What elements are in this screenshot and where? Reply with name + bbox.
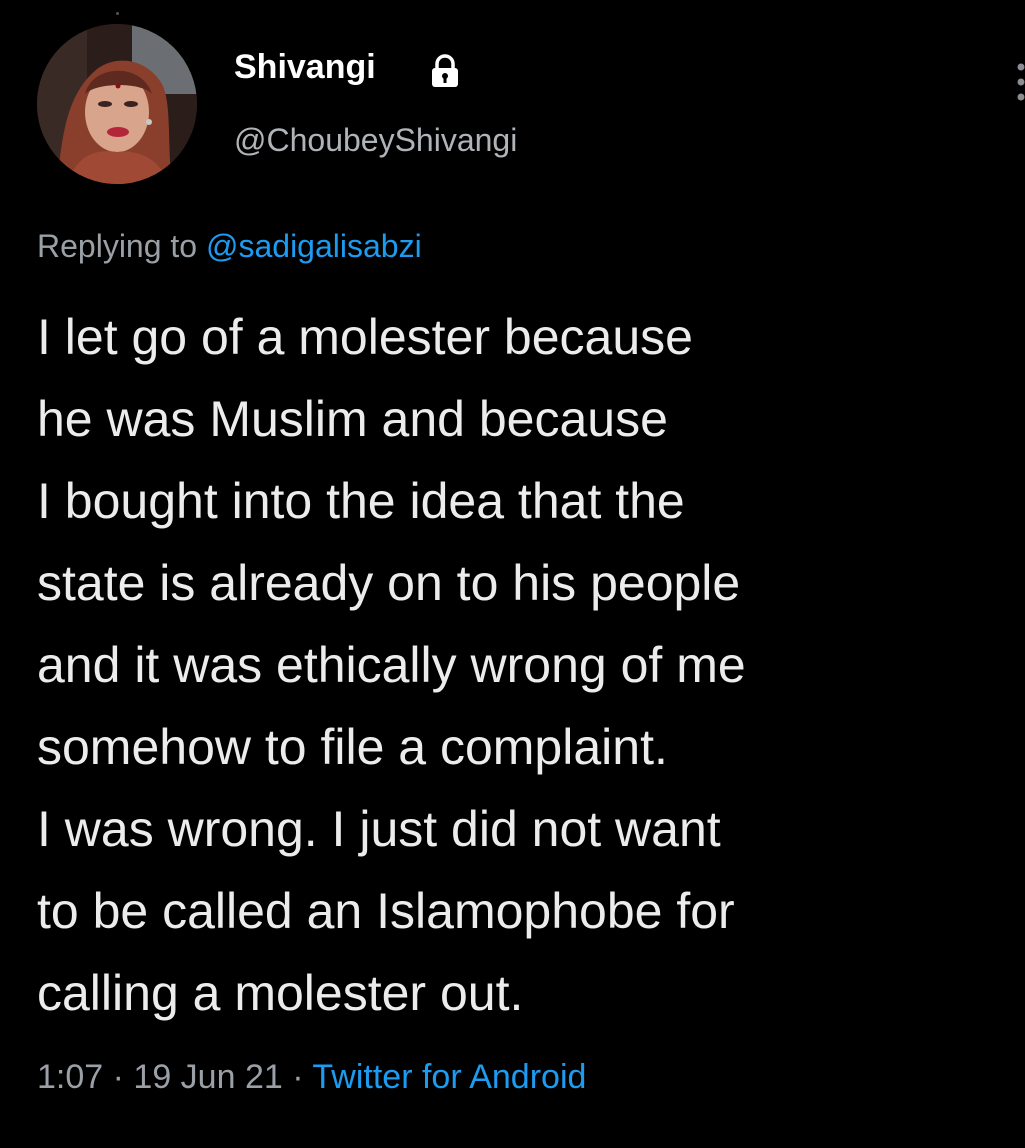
- replying-to-label: Replying to: [37, 228, 198, 264]
- tweet-text-line: state is already on to his people: [37, 555, 741, 611]
- meta-separator: ·: [112, 1058, 124, 1096]
- tweet-card: Shivangi @ChoubeyShivangi Replying to @s…: [0, 0, 1025, 1148]
- meta-separator: ·: [292, 1058, 304, 1096]
- tweet-text-line: he was Muslim and because: [37, 391, 668, 447]
- tweet-text: I let go of a molester because he was Mu…: [37, 296, 997, 1034]
- tweet-text-line: and it was ethically wrong of me: [37, 637, 746, 693]
- tweet-text-line: calling a molester out.: [37, 965, 524, 1021]
- tweet-text-line: to be called an Islamophobe for: [37, 883, 735, 939]
- replying-to: Replying to @sadigalisabzi: [37, 228, 422, 265]
- reply-mention-link[interactable]: @sadigalisabzi: [206, 228, 422, 264]
- user-handle[interactable]: @ChoubeyShivangi: [234, 122, 517, 159]
- status-dot: [116, 12, 119, 15]
- tweet-source-link[interactable]: Twitter for Android: [312, 1058, 586, 1096]
- more-vertical-icon[interactable]: [1012, 62, 1025, 102]
- tweet-text-line: I let go of a molester because: [37, 309, 693, 365]
- tweet-meta: 1:07 · 19 Jun 21 · Twitter for Android: [37, 1058, 586, 1097]
- display-name[interactable]: Shivangi: [234, 48, 376, 87]
- tweet-text-line: somehow to file a complaint.: [37, 719, 668, 775]
- avatar-image: [37, 24, 197, 184]
- tweet-text-line: I was wrong. I just did not want: [37, 801, 721, 857]
- avatar[interactable]: [37, 24, 197, 184]
- tweet-text-line: I bought into the idea that the: [37, 473, 685, 529]
- tweet-time[interactable]: 1:07: [37, 1058, 103, 1096]
- lock-icon: [432, 54, 458, 87]
- tweet-date[interactable]: 19 Jun 21: [133, 1058, 282, 1096]
